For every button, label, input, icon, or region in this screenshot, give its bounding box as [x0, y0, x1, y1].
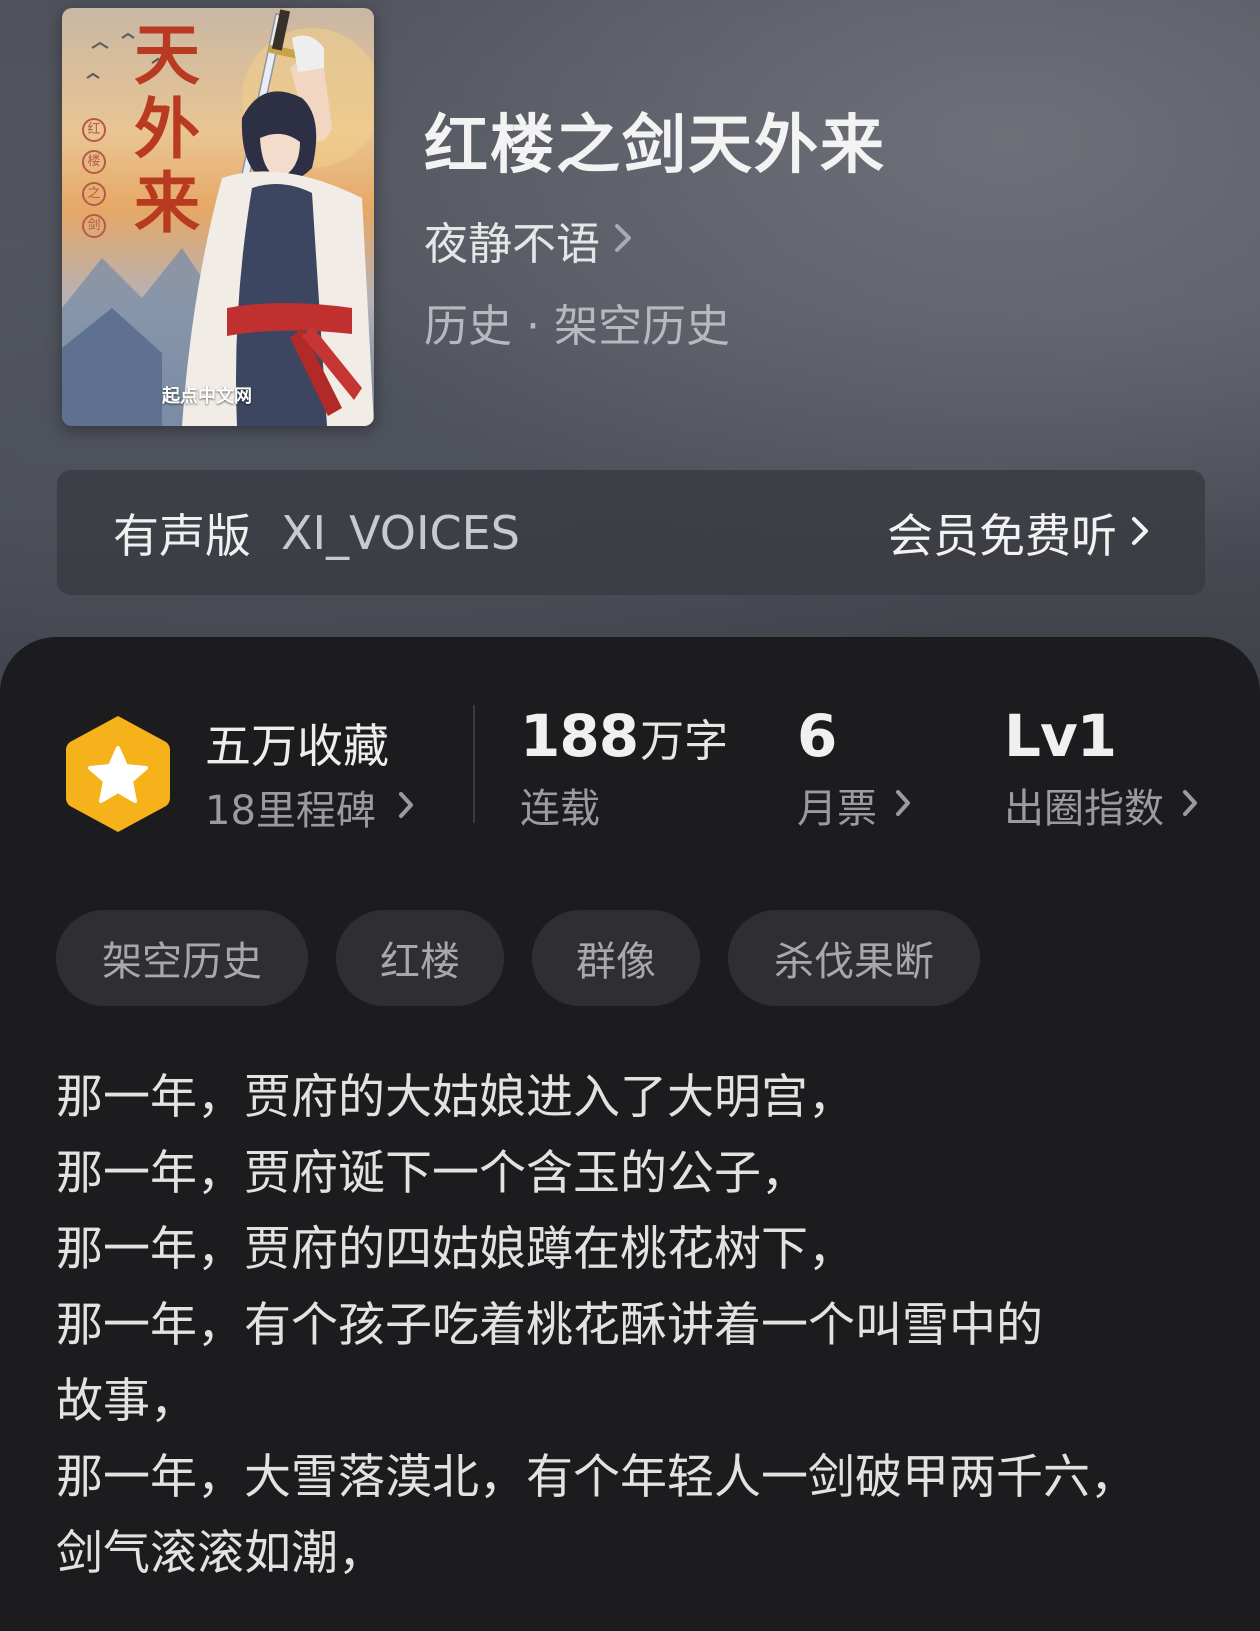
synopsis-line: 剑气滚滚如潮，	[56, 1526, 385, 1581]
book-title: 红楼之剑天外来	[424, 108, 886, 183]
synopsis-line: 那一年，贾府的大姑娘进入了大明宫，	[56, 1070, 855, 1125]
word-count-stat: 188万字 连载	[520, 702, 728, 834]
serial-status: 连载	[520, 786, 600, 832]
member-free-listen-label: 会员免费听	[887, 508, 1117, 563]
favorites-count: 五万收藏	[205, 719, 389, 773]
chevron-right-icon	[1131, 510, 1149, 556]
monthly-votes-stat[interactable]: 6 月票	[797, 702, 911, 834]
stats-divider	[473, 705, 475, 823]
milestones-label: 18里程碑	[205, 788, 376, 834]
cover-seal-char: 之	[82, 182, 106, 206]
monthly-votes-label: 月票	[797, 786, 877, 832]
word-count-number: 188	[520, 702, 639, 770]
cover-title-text: 天 外 来	[134, 16, 200, 242]
monthly-votes-count: 6	[797, 702, 837, 770]
stats-row: 五万收藏 18里程碑 188万字 连载 6 月票 Lv1 出圈指数	[0, 690, 1260, 850]
synopsis-line: 故事，	[56, 1374, 197, 1429]
audiobook-label: 有声版	[113, 508, 251, 563]
tag-chip[interactable]: 红楼	[336, 910, 504, 1006]
popularity-index-stat[interactable]: Lv1 出圈指数	[1004, 702, 1198, 834]
chevron-right-icon	[1182, 785, 1198, 826]
audiobook-bar[interactable]: 有声版 XI_VOICES 会员免费听	[57, 470, 1205, 595]
cover-seal-char: 红	[82, 118, 106, 142]
author-name: 夜静不语	[424, 219, 600, 270]
synopsis-line: 那一年，贾府诞下一个含玉的公子，	[56, 1146, 808, 1201]
cover-seal-char: 剑	[82, 214, 106, 238]
book-cover[interactable]: 天 外 来 红 楼 之 剑 起点中文网	[62, 8, 374, 426]
cover-subtitle-seals: 红 楼 之 剑	[82, 118, 108, 238]
popularity-level: Lv1	[1004, 702, 1117, 770]
tag-list: 架空历史 红楼 群像 杀伐果断	[56, 910, 980, 1006]
book-synopsis[interactable]: 那一年，贾府的大姑娘进入了大明宫， 那一年，贾府诞下一个含玉的公子， 那一年，贾…	[56, 1060, 1216, 1592]
tag-chip[interactable]: 杀伐果断	[728, 910, 980, 1006]
tag-chip[interactable]: 架空历史	[56, 910, 308, 1006]
cover-illustration	[62, 9, 374, 426]
chevron-right-icon	[895, 785, 911, 826]
author-link[interactable]: 夜静不语	[424, 208, 632, 272]
chevron-right-icon	[614, 217, 632, 263]
cover-brand: 起点中文网	[162, 386, 252, 407]
audiobook-narrator: XI_VOICES	[281, 505, 520, 560]
synopsis-line: 那一年，贾府的四姑娘蹲在桃花树下，	[56, 1222, 855, 1277]
synopsis-line: 那一年，有个孩子吃着桃花酥讲着一个叫雪中的	[56, 1298, 1043, 1353]
member-free-listen-button[interactable]: 会员免费听	[887, 500, 1149, 566]
star-badge-icon	[62, 712, 174, 840]
synopsis-line: 那一年，大雪落漠北，有个年轻人一剑破甲两千六，	[56, 1450, 1137, 1505]
tag-chip[interactable]: 群像	[532, 910, 700, 1006]
milestones-link[interactable]: 18里程碑	[205, 778, 414, 836]
chevron-right-icon	[398, 787, 414, 828]
cover-seal-char: 楼	[82, 150, 106, 174]
book-genre: 历史 · 架空历史	[424, 301, 730, 352]
word-count-unit: 万字	[640, 716, 729, 767]
popularity-index-label: 出圈指数	[1004, 786, 1164, 832]
